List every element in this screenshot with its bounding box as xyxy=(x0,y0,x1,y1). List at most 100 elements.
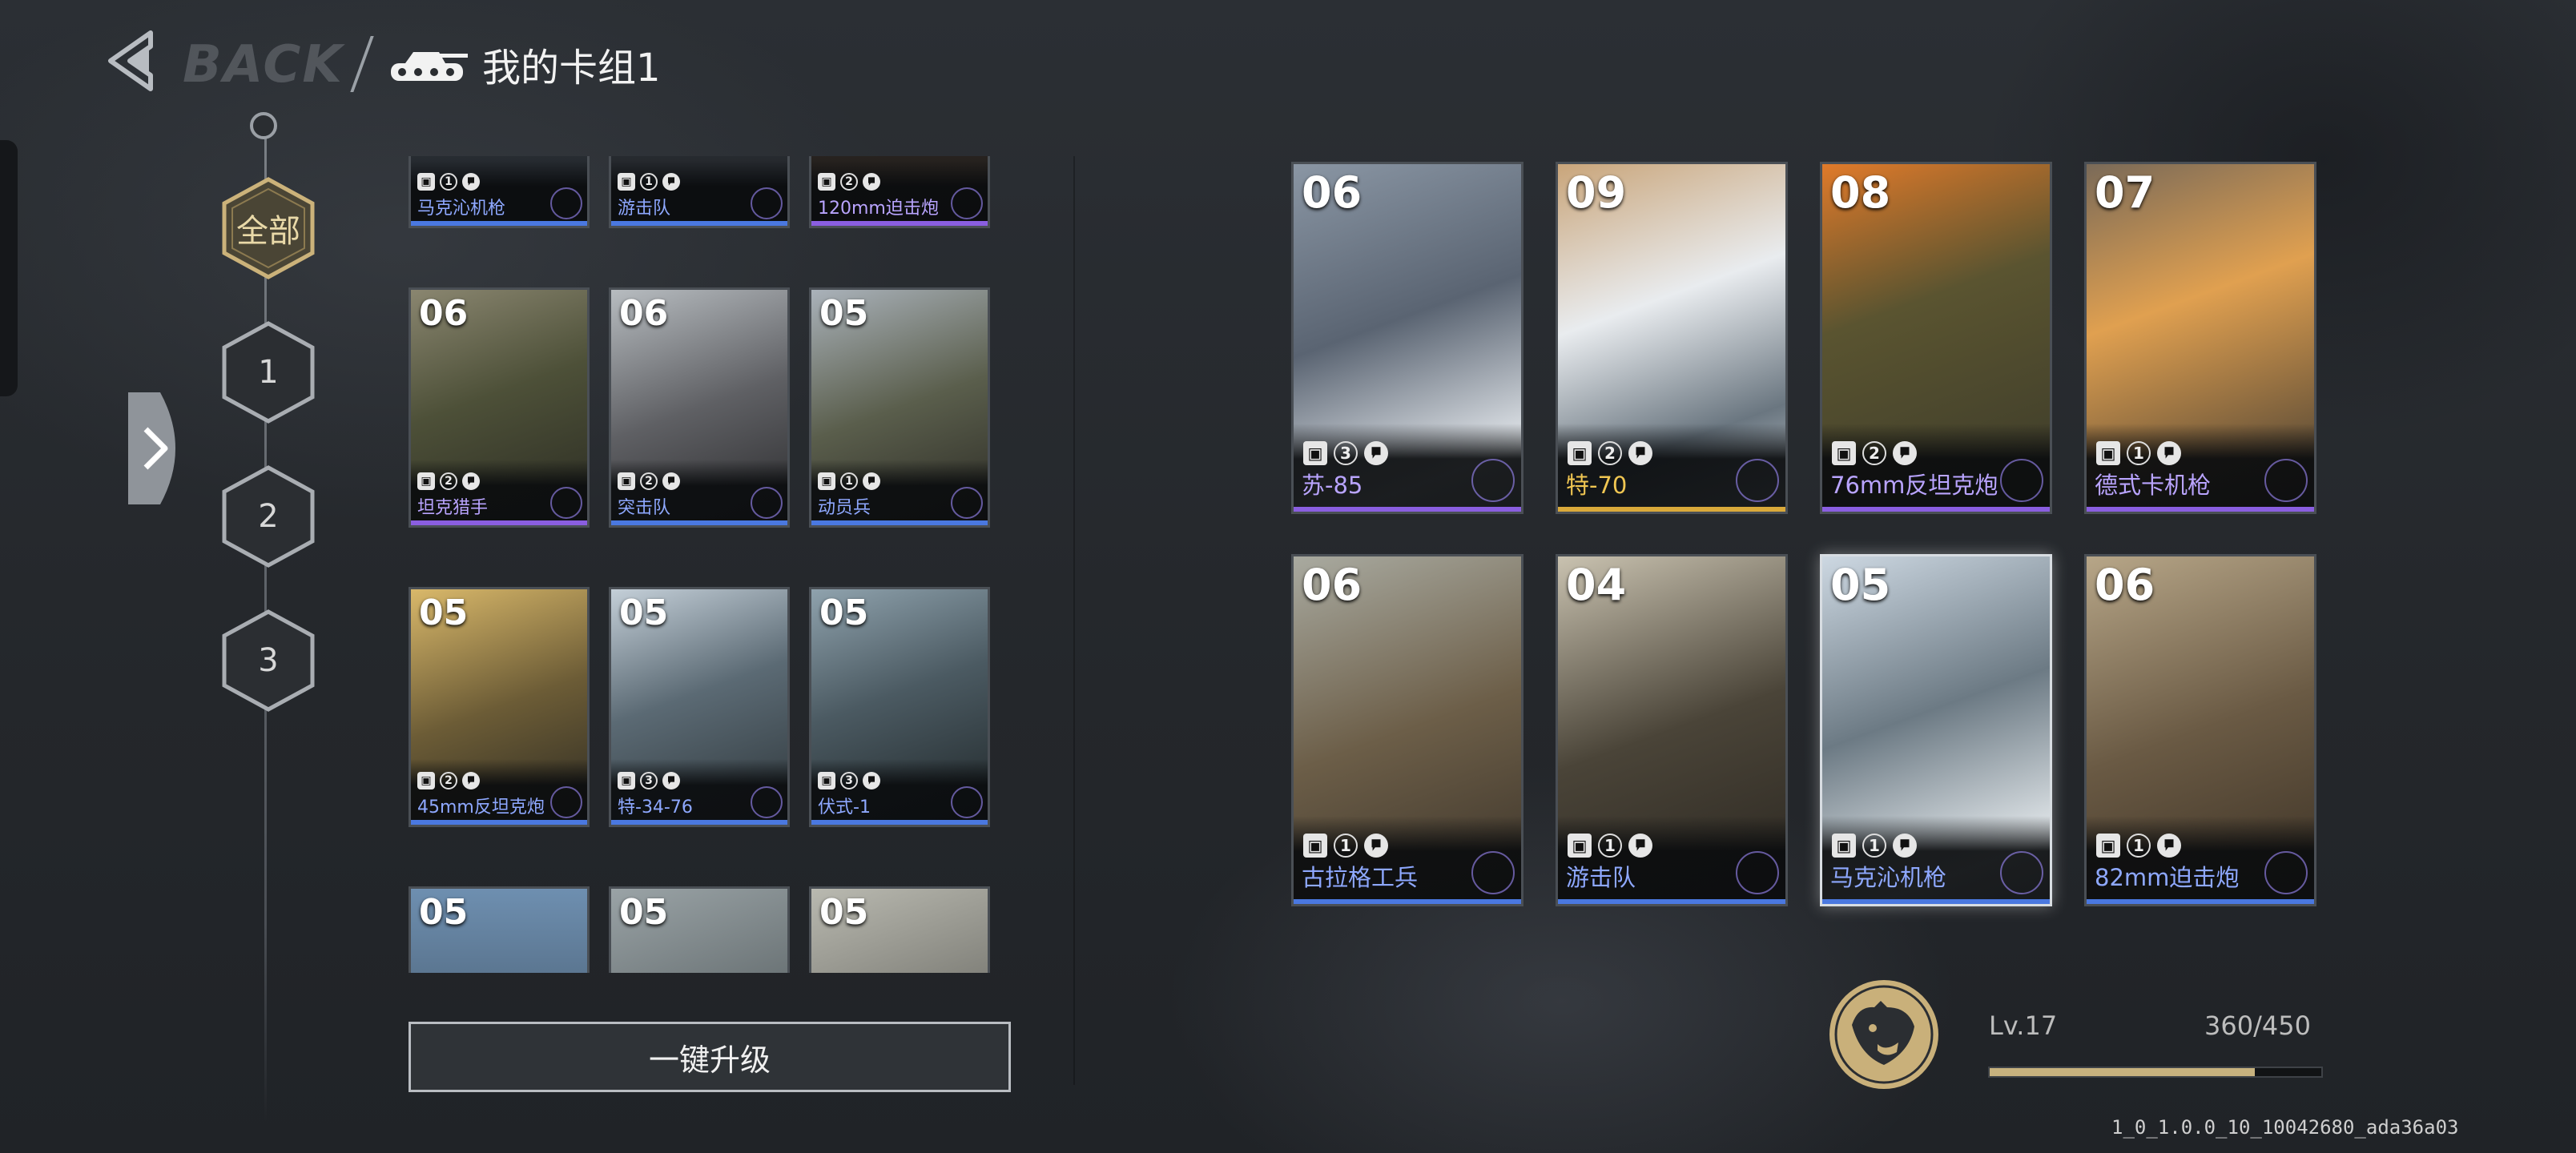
card-rarity-bar xyxy=(1822,899,2050,904)
library-card[interactable]: 05 xyxy=(809,886,990,973)
deck-card[interactable]: 07 ▣ 1 德式卡机枪 xyxy=(2084,162,2316,514)
flag-icon xyxy=(662,472,680,490)
bear-emblem-icon xyxy=(1736,851,1779,894)
bear-emblem-icon xyxy=(751,487,783,519)
library-card[interactable]: 05 xyxy=(409,886,590,973)
filter-tab-1[interactable]: 1 xyxy=(216,320,320,424)
card-count: 2 xyxy=(440,472,457,490)
deck-card[interactable]: 05 ▣ 1 马克沁机枪 xyxy=(1820,554,2052,906)
xp-text: 360/450 xyxy=(2204,1010,2311,1041)
flag-icon xyxy=(863,173,880,191)
card-cost: 05 xyxy=(419,892,469,933)
library-card[interactable]: 05 xyxy=(609,886,790,973)
card-icons: ▣ 1 xyxy=(1832,834,1917,858)
flag-icon xyxy=(462,173,480,191)
card-name: 古拉格工兵 xyxy=(1302,864,1419,891)
card-cost: 05 xyxy=(1830,560,1891,610)
library-card[interactable]: 05 ▣ 3 伏式-1 xyxy=(809,587,990,827)
panel-divider xyxy=(1073,156,1075,1085)
deck-card[interactable]: 06 ▣ 1 82mm迫击炮 xyxy=(2084,554,2316,906)
mortar-icon: ▣ xyxy=(2096,834,2120,858)
card-icons: ▣ 2 xyxy=(818,173,880,191)
card-name: 动员兵 xyxy=(818,498,871,518)
deck-card[interactable]: 09 ▣ 2 特-70 xyxy=(1556,162,1788,514)
card-rarity-bar xyxy=(1558,507,1785,512)
card-cost: 06 xyxy=(1302,560,1362,610)
machine-gun-icon: ▣ xyxy=(417,173,435,191)
filter-track-dot xyxy=(250,112,277,139)
card-rarity-bar xyxy=(2087,507,2314,512)
card-rarity-bar xyxy=(1294,899,1521,904)
card-count: 2 xyxy=(1598,441,1622,465)
card-rarity-bar xyxy=(611,221,787,226)
back-arrow-icon xyxy=(108,30,153,91)
xp-progress-fill xyxy=(1990,1068,2256,1076)
card-rarity-bar xyxy=(411,520,587,525)
card-count: 1 xyxy=(2127,834,2151,858)
card-name: 马克沁机枪 xyxy=(417,199,506,219)
card-rarity-bar xyxy=(811,820,988,825)
bear-emblem-icon xyxy=(751,187,783,219)
card-cost: 08 xyxy=(1830,167,1891,218)
flag-icon xyxy=(462,772,480,789)
library-card[interactable]: 05 ▣ 3 特-34-76 xyxy=(609,587,790,827)
tank-icon: ▣ xyxy=(1568,441,1592,465)
card-icons: ▣ 1 xyxy=(417,173,480,191)
card-icons: ▣ 1 xyxy=(2096,834,2181,858)
filter-tab-3[interactable]: 3 xyxy=(216,609,320,713)
card-rarity-bar xyxy=(611,520,787,525)
card-count: 2 xyxy=(1862,441,1886,465)
bear-emblem-icon[interactable] xyxy=(1828,978,1940,1091)
card-cost: 05 xyxy=(819,593,869,633)
card-icons: ▣ 3 xyxy=(1303,441,1388,465)
filter-tab-all[interactable]: 全部 xyxy=(216,176,320,280)
bear-emblem-icon xyxy=(951,487,983,519)
filter-tab-label: 全部 xyxy=(236,213,300,250)
bear-emblem-icon xyxy=(2264,459,2308,502)
card-count: 1 xyxy=(640,173,658,191)
card-icons: ▣ 1 xyxy=(2096,441,2181,465)
flag-icon xyxy=(1893,441,1917,465)
card-count: 2 xyxy=(840,173,858,191)
card-icons: ▣ 2 xyxy=(417,772,480,789)
deck-card[interactable]: 04 ▣ 1 游击队 xyxy=(1556,554,1788,906)
card-name: 苏-85 xyxy=(1302,472,1363,499)
deck-card[interactable]: 06 ▣ 1 古拉格工兵 xyxy=(1291,554,1523,906)
chevron-right-icon xyxy=(128,392,175,504)
infantry-icon: ▣ xyxy=(618,472,635,490)
filter-tab-2[interactable]: 2 xyxy=(216,464,320,568)
card-count: 1 xyxy=(1598,834,1622,858)
card-count: 1 xyxy=(2127,441,2151,465)
library-card[interactable]: 06 ▣ 2 坦克猎手 xyxy=(409,287,590,528)
card-count: 3 xyxy=(1334,441,1358,465)
card-icons: ▣ 2 xyxy=(417,472,480,490)
card-library-panel[interactable]: ▣ 1 马克沁机枪 ▣ 1 游击队 ▣ 2 120mm迫击炮 06 ▣ 2 坦克猎手 06 ▣ 2 突击队 05 ▣… xyxy=(400,156,1017,973)
card-name: 游击队 xyxy=(1566,864,1636,891)
upgrade-all-button[interactable]: 一键升级 xyxy=(409,1022,1011,1092)
card-icons: ▣ 2 xyxy=(1568,441,1652,465)
card-name: 特-34-76 xyxy=(618,797,693,818)
back-button[interactable]: BACK xyxy=(103,24,342,104)
card-icons: ▣ 1 xyxy=(818,472,880,490)
card-count: 2 xyxy=(640,472,658,490)
card-name: 伏式-1 xyxy=(818,797,871,818)
card-rarity-bar xyxy=(611,820,787,825)
library-card[interactable]: ▣ 2 120mm迫击炮 xyxy=(809,156,990,228)
deck-card[interactable]: 06 ▣ 3 苏-85 xyxy=(1291,162,1523,514)
library-card[interactable]: ▣ 1 马克沁机枪 xyxy=(409,156,590,228)
card-icons: ▣ 2 xyxy=(1832,441,1917,465)
library-card[interactable]: 05 ▣ 1 动员兵 xyxy=(809,287,990,528)
card-name: 特-70 xyxy=(1566,472,1628,499)
card-name: 82mm迫击炮 xyxy=(2095,864,2240,891)
filter-tab-label: 1 xyxy=(258,354,279,391)
library-card[interactable]: 05 ▣ 2 45mm反坦克炮 xyxy=(409,587,590,827)
card-icons: ▣ 3 xyxy=(818,772,880,789)
card-cost: 05 xyxy=(619,892,669,933)
library-card[interactable]: 06 ▣ 2 突击队 xyxy=(609,287,790,528)
expand-panel-button[interactable] xyxy=(128,392,191,504)
header-title-group: 我的卡组1 xyxy=(350,32,661,96)
bear-emblem-icon xyxy=(550,786,582,818)
library-card[interactable]: ▣ 1 游击队 xyxy=(609,156,790,228)
card-rarity-bar xyxy=(811,221,988,226)
deck-card[interactable]: 08 ▣ 2 76mm反坦克炮 xyxy=(1820,162,2052,514)
